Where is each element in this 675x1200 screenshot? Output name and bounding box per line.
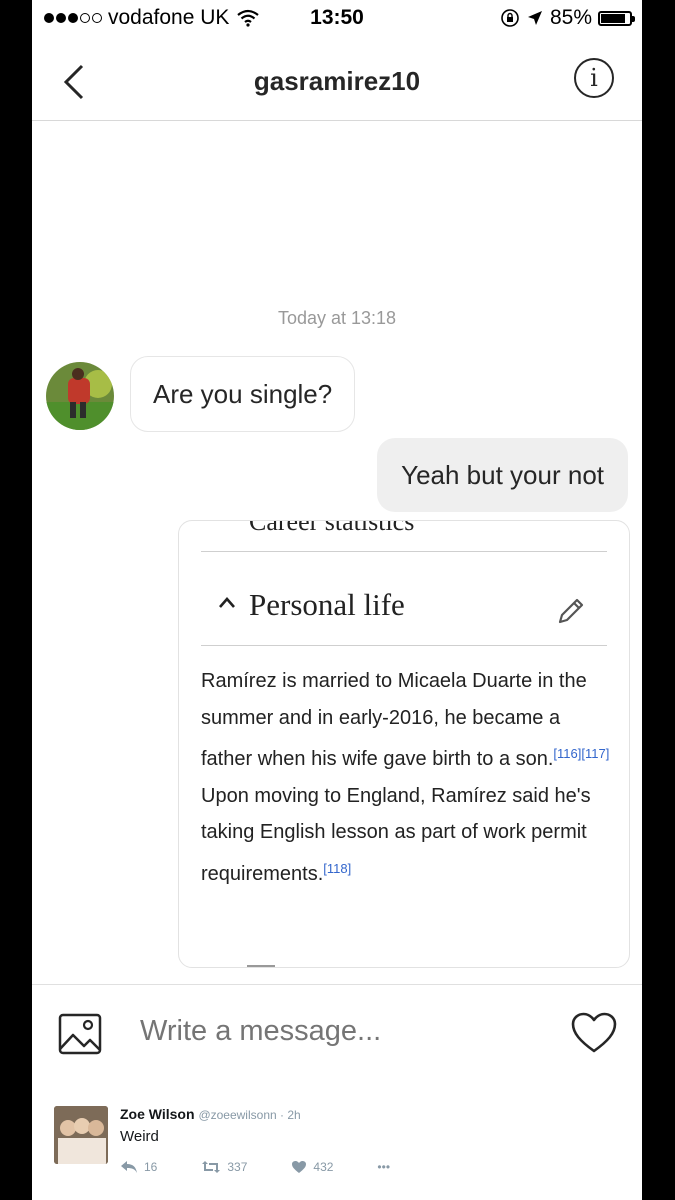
reply-button[interactable]: 16: [120, 1160, 157, 1174]
sender-avatar[interactable]: [46, 362, 114, 430]
wiki-previous-section-title: Career statistics: [249, 520, 415, 536]
wiki-divider-section: [201, 645, 607, 646]
heart-icon[interactable]: [570, 1011, 618, 1055]
tweet-text: Weird: [120, 1128, 159, 1145]
wiki-divider-top: [201, 551, 607, 552]
wiki-text-part1: Ramírez is married to Micaela Duarte in …: [201, 670, 587, 771]
tweet-author-avatar[interactable]: [54, 1106, 108, 1164]
info-icon[interactable]: i: [574, 58, 614, 98]
battery-percent: 85%: [549, 6, 592, 29]
image-gallery-icon[interactable]: [58, 1013, 102, 1055]
tweet-actions: 16 337 432 •••: [120, 1160, 390, 1174]
more-options-icon[interactable]: •••: [377, 1160, 390, 1174]
reply-count: 16: [144, 1160, 158, 1174]
retweet-icon: [202, 1161, 221, 1173]
location-arrow-icon: [527, 11, 542, 25]
incoming-message-bubble[interactable]: Are you single?: [130, 356, 356, 432]
wiki-paragraph: Ramírez is married to Micaela Duarte in …: [201, 663, 611, 893]
pencil-edit-icon: [558, 598, 584, 624]
rotation-lock-icon: [501, 9, 519, 27]
caret-up-icon: [219, 597, 235, 608]
conversation-title: gasramirez10: [253, 66, 421, 96]
message-timestamp: Today at 13:18: [277, 308, 397, 328]
like-button[interactable]: 432: [291, 1160, 333, 1174]
message-input[interactable]: [140, 1015, 517, 1048]
wiki-reference-link: [116][117]: [553, 746, 610, 762]
battery-icon: [598, 10, 635, 26]
reply-icon: [121, 1161, 137, 1173]
tweet-author: Zoe Wilson @zoeewilsonn · 2h: [120, 1106, 301, 1122]
status-right: 85%: [500, 6, 635, 30]
wiki-text-part2: Upon moving to England, Ramírez said he'…: [201, 784, 591, 885]
retweet-count: 337: [227, 1160, 248, 1174]
message-composer: [32, 984, 642, 1083]
wiki-section-title: Personal life: [249, 587, 405, 622]
wiki-reference-link: [118]: [323, 860, 352, 876]
status-bar: vodafone UK 13:50 85%: [32, 0, 642, 36]
tweet-author-handle: @zoeewilsonn · 2h: [198, 1108, 301, 1122]
like-count: 432: [313, 1160, 334, 1174]
dm-screen: vodafone UK 13:50 85% gasramirez10 i Tod…: [32, 0, 642, 1200]
like-heart-icon: [292, 1161, 307, 1173]
outgoing-message-bubble[interactable]: Yeah but your not: [377, 438, 628, 512]
tweet-footer: Zoe Wilson @zoeewilsonn · 2h Weird 16 33…: [32, 1092, 642, 1200]
conversation-header: gasramirez10 i: [32, 40, 642, 121]
wiki-bottom-fragment: [247, 965, 275, 967]
tweet-author-name: Zoe Wilson: [120, 1106, 195, 1122]
shared-image-card[interactable]: Career statistics Personal life Ramírez …: [178, 520, 630, 968]
retweet-button[interactable]: 337: [201, 1160, 247, 1174]
